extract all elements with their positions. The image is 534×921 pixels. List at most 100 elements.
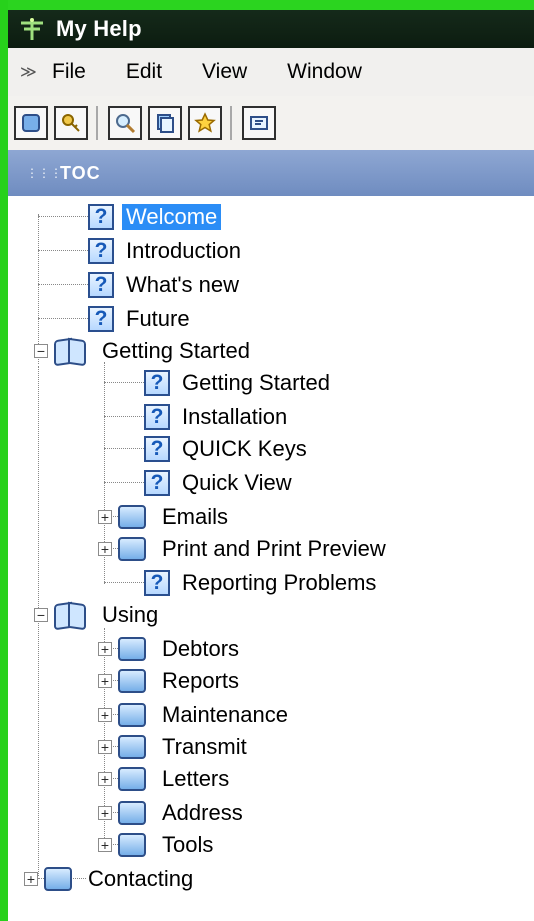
- expand-toggle[interactable]: +: [98, 806, 112, 820]
- tree-item-label: Emails: [162, 504, 229, 529]
- tree-item-transmit[interactable]: + Transmit: [98, 730, 251, 764]
- app-window: My Help ≫ File Edit View Window ⋮⋮⋮ TOC …: [0, 0, 534, 921]
- window-border-left: [0, 0, 8, 921]
- tree-item-maintenance[interactable]: + Maintenance: [98, 698, 292, 732]
- tree-item-label: What's new: [126, 272, 240, 297]
- book-icon: [118, 767, 146, 791]
- documents-icon: [157, 114, 174, 133]
- toolbar-separator: [230, 106, 232, 140]
- tree-item-label: Tools: [162, 832, 214, 857]
- expand-toggle[interactable]: +: [98, 772, 112, 786]
- menu-grip-icon: ≫: [20, 64, 37, 81]
- tree-item-quick-keys[interactable]: ? QUICK Keys: [144, 432, 311, 466]
- toc-tree: ? Welcome ? Introduction ? What's new ? …: [8, 196, 534, 921]
- index-button[interactable]: [54, 106, 88, 140]
- expand-toggle[interactable]: +: [24, 872, 38, 886]
- book-icon: [118, 637, 146, 661]
- open-book-icon: [54, 601, 86, 629]
- help-topic-icon: ?: [88, 306, 114, 332]
- key-icon: [62, 114, 80, 132]
- book-icon: [118, 505, 146, 529]
- tree-item-address[interactable]: + Address: [98, 796, 247, 830]
- tree-item-contacting[interactable]: + Contacting: [24, 862, 197, 896]
- book-icon: [118, 703, 146, 727]
- help-topic-icon: ?: [88, 272, 114, 298]
- sync-icon: [250, 116, 268, 130]
- toc-header: ⋮⋮⋮ TOC: [8, 150, 534, 197]
- tree-item-label: Maintenance: [162, 702, 288, 727]
- tree-item-label: QUICK Keys: [182, 436, 307, 461]
- tree-item-print-preview[interactable]: + Print and Print Preview: [98, 532, 390, 566]
- title-bar: My Help: [8, 10, 534, 48]
- tree-item-emails[interactable]: + Emails: [98, 500, 232, 534]
- expand-toggle[interactable]: +: [98, 838, 112, 852]
- help-topic-icon: ?: [144, 470, 170, 496]
- grip-icon: ⋮⋮⋮: [26, 166, 62, 180]
- tree-item-quick-view[interactable]: ? Quick View: [144, 466, 296, 500]
- menu-bar: ≫ File Edit View Window: [8, 48, 534, 97]
- tree-item-tools[interactable]: + Tools: [98, 828, 217, 862]
- tree-item-label: Print and Print Preview: [162, 536, 386, 561]
- expand-toggle[interactable]: +: [98, 542, 112, 556]
- expand-toggle[interactable]: +: [98, 510, 112, 524]
- open-book-icon: [54, 337, 86, 365]
- help-topic-icon: ?: [144, 436, 170, 462]
- sync-button[interactable]: [242, 106, 276, 140]
- help-topic-icon: ?: [144, 404, 170, 430]
- tree-item-label: Future: [126, 306, 190, 331]
- menu-window[interactable]: Window: [287, 60, 362, 84]
- help-topic-icon: ?: [88, 204, 114, 230]
- expand-toggle[interactable]: +: [98, 708, 112, 722]
- help-topic-icon: ?: [144, 370, 170, 396]
- toc-title: TOC: [60, 162, 101, 183]
- tree-item-installation[interactable]: ? Installation: [144, 400, 291, 434]
- tree-item-letters[interactable]: + Letters: [98, 762, 233, 796]
- book-icon: [118, 537, 146, 561]
- expand-toggle[interactable]: +: [98, 642, 112, 656]
- expand-toggle[interactable]: +: [98, 674, 112, 688]
- tree-item-future[interactable]: ? Future: [88, 302, 194, 336]
- tree-item-label: Transmit: [162, 734, 247, 759]
- collapse-toggle[interactable]: −: [34, 608, 48, 622]
- tree-item-reports[interactable]: + Reports: [98, 664, 243, 698]
- favorites-button[interactable]: [188, 106, 222, 140]
- tree-item-label: Installation: [182, 404, 288, 429]
- tree-item-getting-started[interactable]: − Getting Started: [34, 334, 254, 368]
- toolbar-separator: [96, 106, 98, 140]
- menu-edit[interactable]: Edit: [126, 60, 162, 84]
- book-icon: [118, 669, 146, 693]
- help-topic-icon: ?: [144, 570, 170, 596]
- topics-button[interactable]: [148, 106, 182, 140]
- tree-item-label: Letters: [162, 766, 230, 791]
- toolbar: [8, 96, 534, 151]
- tree-item-welcome[interactable]: ? Welcome: [88, 200, 222, 234]
- book-icon: [22, 114, 40, 132]
- tree-item-debtors[interactable]: + Debtors: [98, 632, 243, 666]
- tree-item-introduction[interactable]: ? Introduction: [88, 234, 245, 268]
- search-button[interactable]: [108, 106, 142, 140]
- tree-item-label: Reporting Problems: [182, 570, 377, 595]
- book-icon: [118, 801, 146, 825]
- search-icon: [116, 114, 136, 134]
- tree-item-label: Welcome: [122, 204, 222, 230]
- tree-item-getting-started-topic[interactable]: ? Getting Started: [144, 366, 334, 400]
- tree-item-label: Contacting: [88, 866, 194, 891]
- tree-item-label: Getting Started: [102, 338, 250, 363]
- book-icon: [118, 833, 146, 857]
- toc-button[interactable]: [14, 106, 48, 140]
- tree-item-using[interactable]: − Using: [34, 598, 162, 632]
- menu-view[interactable]: View: [202, 60, 247, 84]
- expand-toggle[interactable]: +: [98, 740, 112, 754]
- book-icon: [44, 867, 72, 891]
- window-title: My Help: [56, 16, 142, 41]
- tree-item-label: Reports: [162, 668, 240, 693]
- tree-item-label: Debtors: [162, 636, 240, 661]
- menu-file[interactable]: File: [52, 60, 86, 84]
- tree-item-label: Quick View: [182, 470, 292, 495]
- star-icon: [194, 112, 216, 133]
- tree-item-whats-new[interactable]: ? What's new: [88, 268, 243, 302]
- book-icon: [118, 735, 146, 759]
- tree-item-reporting-problems[interactable]: ? Reporting Problems: [144, 566, 380, 600]
- help-topic-icon: ?: [88, 238, 114, 264]
- collapse-toggle[interactable]: −: [34, 344, 48, 358]
